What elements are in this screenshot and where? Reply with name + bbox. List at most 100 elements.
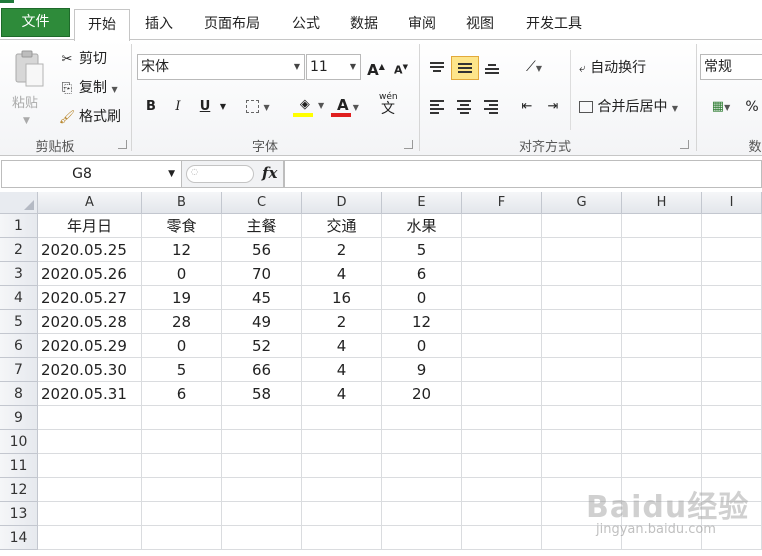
cell-c12[interactable]	[222, 478, 302, 502]
cell-a14[interactable]	[38, 526, 142, 550]
select-all-button[interactable]	[0, 192, 38, 214]
cell-d10[interactable]	[302, 430, 382, 454]
shrink-font-button[interactable]: A▼	[391, 56, 411, 78]
cell-b3[interactable]: 0	[142, 262, 222, 286]
cell-g5[interactable]	[542, 310, 622, 334]
cell-c2[interactable]: 56	[222, 238, 302, 262]
cell-i1[interactable]	[702, 214, 762, 238]
cell-c3[interactable]: 70	[222, 262, 302, 286]
cell-a3[interactable]: 2020.05.26	[38, 262, 142, 286]
cell-b14[interactable]	[142, 526, 222, 550]
column-header-a[interactable]: A	[38, 192, 142, 214]
cell-g11[interactable]	[542, 454, 622, 478]
format-painter-button[interactable]: 🖌 格式刷	[58, 106, 121, 128]
cell-i8[interactable]	[702, 382, 762, 406]
tab-developer[interactable]: 开发工具	[514, 9, 594, 40]
cell-g1[interactable]	[542, 214, 622, 238]
cell-i2[interactable]	[702, 238, 762, 262]
cell-h4[interactable]	[622, 286, 702, 310]
decrease-indent-button[interactable]: ⇤	[516, 96, 538, 118]
insert-function-button[interactable]: fx	[262, 164, 277, 182]
percent-style-button[interactable]: %	[742, 96, 762, 118]
cell-f7[interactable]	[462, 358, 542, 382]
row-header-11[interactable]: 11	[0, 454, 38, 478]
cell-i11[interactable]	[702, 454, 762, 478]
align-top-button[interactable]	[426, 56, 448, 78]
bold-button[interactable]: B	[140, 96, 162, 118]
tab-file[interactable]: 文件	[1, 8, 70, 37]
cell-d8[interactable]: 4	[302, 382, 382, 406]
number-format-combo[interactable]: 常规	[700, 54, 762, 80]
tab-review[interactable]: 审阅	[397, 9, 447, 40]
cell-d5[interactable]: 2	[302, 310, 382, 334]
cell-f13[interactable]	[462, 502, 542, 526]
cell-f2[interactable]	[462, 238, 542, 262]
cell-c10[interactable]	[222, 430, 302, 454]
clipboard-dialog-launcher-icon[interactable]	[118, 140, 127, 149]
cell-d6[interactable]: 4	[302, 334, 382, 358]
cell-b10[interactable]	[142, 430, 222, 454]
cell-d7[interactable]: 4	[302, 358, 382, 382]
tab-view[interactable]: 视图	[455, 9, 505, 40]
cell-i9[interactable]	[702, 406, 762, 430]
cell-e5[interactable]: 12	[382, 310, 462, 334]
cell-c1[interactable]: 主餐	[222, 214, 302, 238]
cell-e2[interactable]: 5	[382, 238, 462, 262]
name-box[interactable]: G8 ▼	[1, 160, 182, 188]
cell-c7[interactable]: 66	[222, 358, 302, 382]
increase-indent-button[interactable]: ⇥	[542, 96, 564, 118]
tab-formulas[interactable]: 公式	[281, 9, 331, 40]
row-header-8[interactable]: 8	[0, 382, 38, 406]
cell-g9[interactable]	[542, 406, 622, 430]
cell-a2[interactable]: 2020.05.25	[38, 238, 142, 262]
cell-i5[interactable]	[702, 310, 762, 334]
cell-f12[interactable]	[462, 478, 542, 502]
row-header-7[interactable]: 7	[0, 358, 38, 382]
cell-b12[interactable]	[142, 478, 222, 502]
cell-b6[interactable]: 0	[142, 334, 222, 358]
column-header-e[interactable]: E	[382, 192, 462, 214]
cell-b11[interactable]	[142, 454, 222, 478]
cell-b4[interactable]: 19	[142, 286, 222, 310]
cell-e10[interactable]	[382, 430, 462, 454]
font-size-combo[interactable]: 11 ▼	[306, 54, 361, 80]
cell-i7[interactable]	[702, 358, 762, 382]
cell-g3[interactable]	[542, 262, 622, 286]
orientation-button[interactable]: ⟋▼	[518, 56, 550, 78]
cell-f5[interactable]	[462, 310, 542, 334]
column-header-f[interactable]: F	[462, 192, 542, 214]
cell-b8[interactable]: 6	[142, 382, 222, 406]
borders-button[interactable]: ▼	[240, 96, 276, 118]
cell-e9[interactable]	[382, 406, 462, 430]
column-header-b[interactable]: B	[142, 192, 222, 214]
cell-c9[interactable]	[222, 406, 302, 430]
cell-a7[interactable]: 2020.05.30	[38, 358, 142, 382]
column-header-g[interactable]: G	[542, 192, 622, 214]
cell-i6[interactable]	[702, 334, 762, 358]
cell-h2[interactable]	[622, 238, 702, 262]
cell-c6[interactable]: 52	[222, 334, 302, 358]
cell-b2[interactable]: 12	[142, 238, 222, 262]
cell-e3[interactable]: 6	[382, 262, 462, 286]
cell-f9[interactable]	[462, 406, 542, 430]
alignment-dialog-launcher-icon[interactable]	[680, 140, 689, 149]
cell-e7[interactable]: 9	[382, 358, 462, 382]
cell-e8[interactable]: 20	[382, 382, 462, 406]
cell-a6[interactable]: 2020.05.29	[38, 334, 142, 358]
cell-g2[interactable]	[542, 238, 622, 262]
copy-button[interactable]: ⎘ 复制 ▼	[58, 77, 118, 99]
column-header-c[interactable]: C	[222, 192, 302, 214]
row-header-6[interactable]: 6	[0, 334, 38, 358]
row-header-3[interactable]: 3	[0, 262, 38, 286]
cell-d13[interactable]	[302, 502, 382, 526]
cell-c13[interactable]	[222, 502, 302, 526]
cell-c8[interactable]: 58	[222, 382, 302, 406]
tab-insert[interactable]: 插入	[134, 9, 184, 40]
merge-center-button[interactable]: 合并后居中 ▼	[579, 96, 691, 118]
cell-i3[interactable]	[702, 262, 762, 286]
cell-a13[interactable]	[38, 502, 142, 526]
cell-h9[interactable]	[622, 406, 702, 430]
cell-a11[interactable]	[38, 454, 142, 478]
cell-c4[interactable]: 45	[222, 286, 302, 310]
cell-d2[interactable]: 2	[302, 238, 382, 262]
